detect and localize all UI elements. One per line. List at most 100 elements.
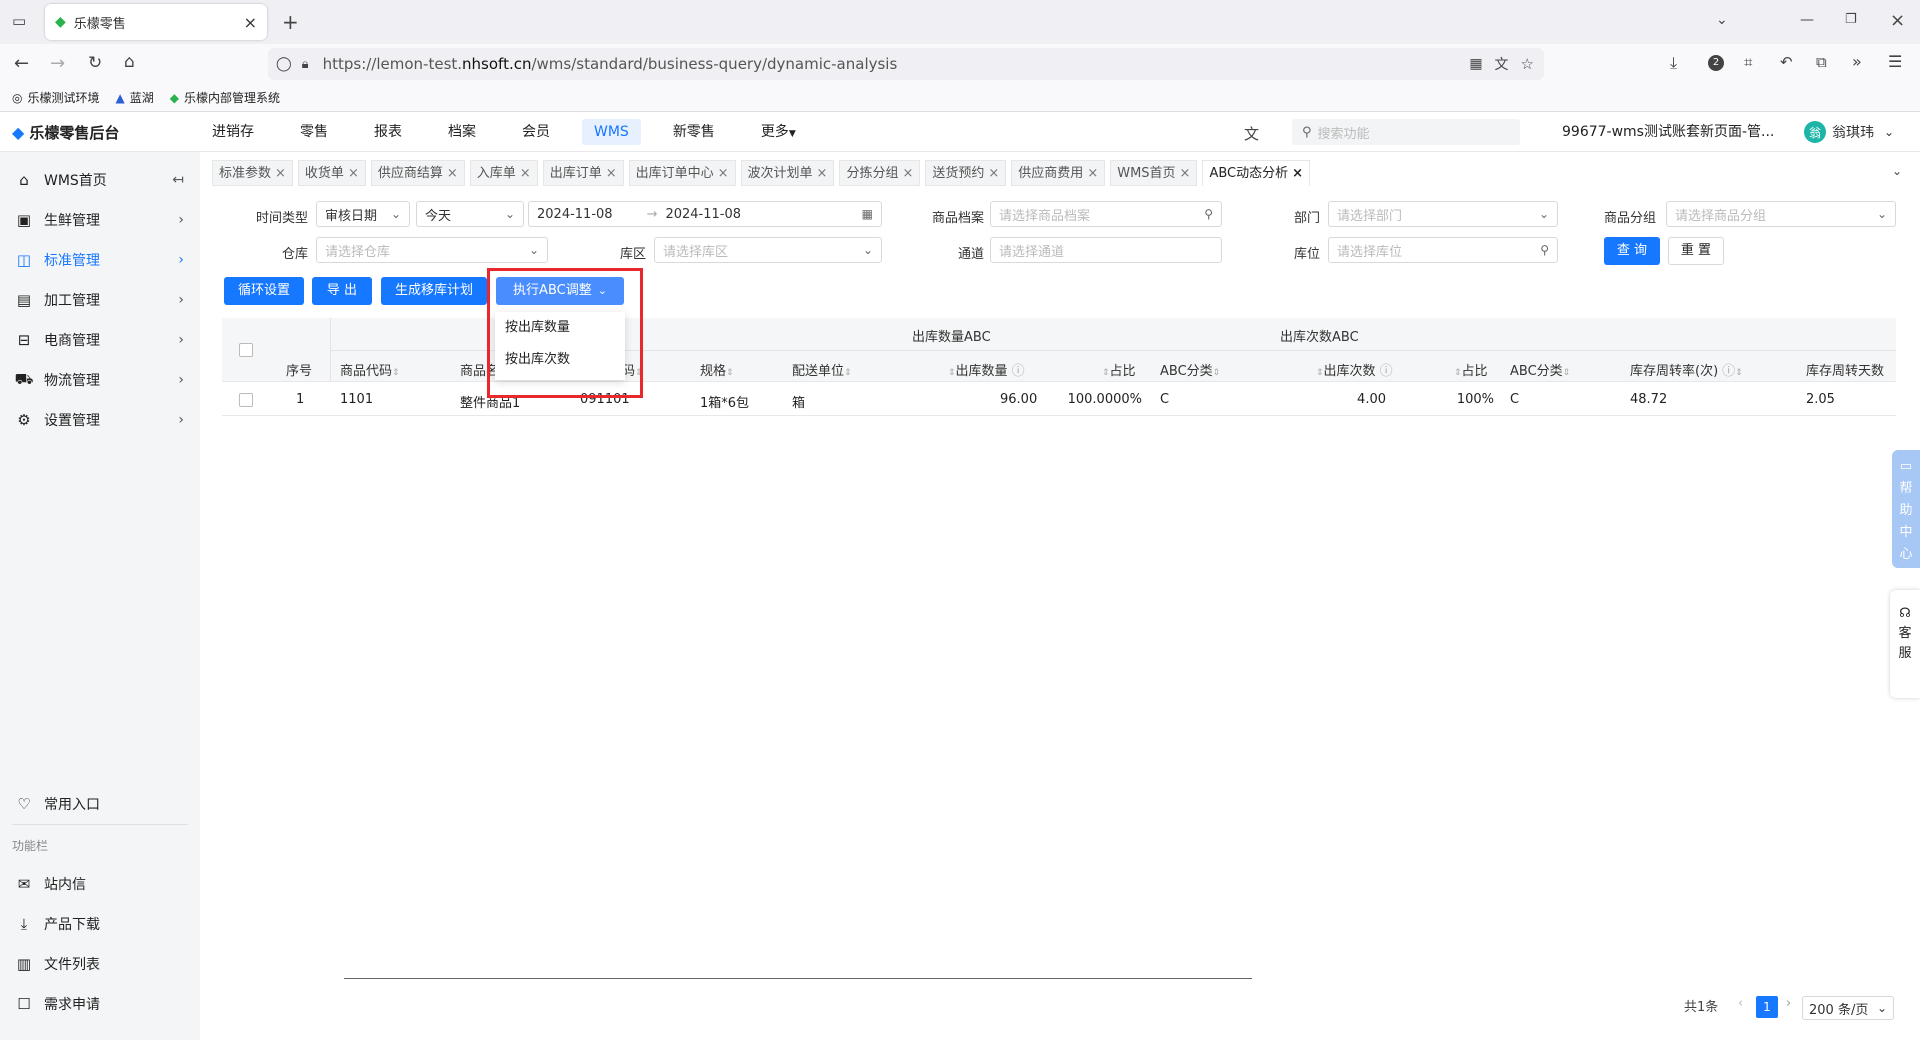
page-tab[interactable]: 出库订单 × — [542, 160, 624, 186]
col-header[interactable]: ⇕占比 — [1102, 360, 1136, 379]
next-page-icon[interactable]: › — [1786, 996, 1791, 1011]
warehouse-select[interactable]: 请选择仓库 ⌄ — [316, 237, 548, 263]
nav-item-wms[interactable]: WMS — [582, 119, 641, 145]
user-menu[interactable]: 翁 翁琪玮 ⌄ — [1804, 112, 1894, 152]
location-select[interactable]: 请选择库位 ⚲ — [1328, 237, 1558, 263]
page-tab[interactable]: 入库单 × — [469, 160, 538, 186]
page-tab[interactable]: 收货单 × — [297, 160, 366, 186]
col-header[interactable]: 配送单位⇕ — [792, 360, 852, 379]
nav-item-more[interactable]: 更多▼ — [749, 119, 808, 145]
nav-item[interactable]: 报表 — [362, 119, 414, 145]
close-icon[interactable]: × — [902, 166, 913, 181]
date-range-picker[interactable]: 2024-11-08 → 2024-11-08 ▦ — [528, 201, 882, 227]
translate-icon[interactable]: 文 — [1495, 54, 1509, 74]
close-icon[interactable]: × — [817, 166, 828, 181]
query-button[interactable]: 查 询 — [1604, 237, 1660, 265]
qr-icon[interactable]: ▦ — [1469, 56, 1482, 72]
close-tab-icon[interactable]: × — [244, 13, 257, 32]
app-logo[interactable]: ◆ 乐檬零售后台 — [12, 112, 119, 152]
export-button[interactable]: 导 出 — [312, 277, 372, 305]
chevron-down-icon[interactable]: ⌄ — [1892, 164, 1902, 178]
customer-service-button[interactable]: ☊ 客 服 — [1890, 590, 1920, 698]
page-tab[interactable]: 供应商费用 × — [1011, 160, 1106, 186]
page-tab[interactable]: WMS首页 × — [1110, 160, 1198, 186]
sidebar-tool-request[interactable]: ☐ 需求申请 — [0, 984, 200, 1024]
time-type-select[interactable]: 审核日期 ⌄ — [316, 201, 410, 227]
close-icon[interactable]: × — [520, 166, 531, 181]
group-select[interactable]: 请选择商品分组 ⌄ — [1666, 201, 1896, 227]
close-icon[interactable]: × — [718, 166, 729, 181]
close-window-icon[interactable]: × — [1890, 10, 1905, 31]
nav-item[interactable]: 零售 — [288, 119, 340, 145]
product-select[interactable]: 请选择商品档案 ⚲ — [990, 201, 1222, 227]
sidebar-item-fresh[interactable]: ▣ 生鲜管理 › — [0, 200, 200, 240]
page-number[interactable]: 1 — [1756, 996, 1778, 1018]
select-all-checkbox[interactable] — [239, 343, 253, 357]
col-header[interactable]: ⇕出库次数 ⓘ — [1316, 360, 1393, 379]
language-icon[interactable]: 文 — [1244, 123, 1259, 144]
nav-item[interactable]: 档案 — [436, 119, 488, 145]
col-header[interactable]: 商品代码⇕ — [340, 360, 400, 379]
sidebar-tool-download[interactable]: ⤓ 产品下载 — [0, 904, 200, 944]
restore-icon[interactable]: ❐ — [1845, 12, 1857, 27]
col-header[interactable]: 库存周转率(次) ⓘ⇕ — [1630, 360, 1743, 379]
page-tab[interactable]: 分拣分组 × — [839, 160, 921, 186]
tab-list-icon[interactable]: ▭ — [12, 12, 26, 30]
extensions-icon[interactable]: ⧉ — [1816, 53, 1827, 71]
feature-search-input[interactable]: ⚲ 搜索功能 — [1292, 119, 1520, 145]
minimize-icon[interactable]: — — [1800, 12, 1814, 28]
sidebar-item-logistics[interactable]: ⛟ 物流管理 › — [0, 360, 200, 400]
star-icon[interactable]: ☆ — [1521, 55, 1534, 73]
nav-item[interactable]: 会员 — [510, 119, 562, 145]
col-header[interactable]: ⇕占比 — [1454, 360, 1488, 379]
col-header[interactable]: ⇕出库数量 ⓘ — [948, 360, 1025, 379]
page-tab[interactable]: 波次计划单 × — [740, 160, 835, 186]
date-range-select[interactable]: 今天 ⌄ — [416, 201, 524, 227]
prev-page-icon[interactable]: ‹ — [1738, 996, 1743, 1011]
sidebar-item-settings[interactable]: ⚙ 设置管理 › — [0, 400, 200, 440]
sidebar-tool-files[interactable]: ▥ 文件列表 — [0, 944, 200, 984]
sidebar-item-wms-home[interactable]: ⌂ WMS首页 ↤ — [0, 160, 200, 200]
sidebar-tool-messages[interactable]: ✉ 站内信 — [0, 864, 200, 904]
col-header[interactable]: ABC分类⇕ — [1160, 360, 1220, 379]
chevron-down-icon[interactable]: ⌄ — [1716, 12, 1728, 28]
page-tab-abc-analysis[interactable]: ABC动态分析 × — [1202, 160, 1311, 186]
dept-select[interactable]: 请选择部门 ⌄ — [1328, 201, 1558, 227]
crop-icon[interactable]: ⌗ — [1744, 53, 1752, 71]
home-icon[interactable]: ⌂ — [124, 52, 135, 72]
address-bar[interactable]: ◯ 🔒︎ https://lemon-test.nhsoft.cn/wms/st… — [268, 48, 1544, 80]
browser-tab[interactable]: ◆ 乐檬零售 × — [45, 4, 267, 40]
move-plan-button[interactable]: 生成移库计划 — [381, 277, 487, 305]
page-tab[interactable]: 供应商结算 × — [370, 160, 465, 186]
page-tab[interactable]: 出库订单中心 × — [628, 160, 736, 186]
cycle-settings-button[interactable]: 循环设置 — [224, 277, 304, 305]
download-icon[interactable]: ⤓ — [1670, 53, 1677, 73]
sidebar-item-standard[interactable]: ◫ 标准管理 › — [0, 240, 200, 280]
col-header[interactable]: 规格⇕ — [700, 360, 734, 379]
nav-item[interactable]: 进销存 — [200, 119, 266, 145]
close-icon[interactable]: × — [1180, 166, 1191, 181]
more-tools-icon[interactable]: » — [1852, 52, 1862, 71]
sidebar-common-entry[interactable]: ♡ 常用入口 — [0, 784, 200, 824]
close-icon[interactable]: × — [1292, 166, 1303, 181]
sidebar-item-processing[interactable]: ▤ 加工管理 › — [0, 280, 200, 320]
horizontal-scrollbar[interactable] — [344, 978, 1252, 979]
collapse-icon[interactable]: ↤ — [172, 172, 184, 188]
close-icon[interactable]: × — [447, 166, 458, 181]
reset-button[interactable]: 重 置 — [1668, 237, 1724, 265]
menu-icon[interactable]: ☰ — [1888, 52, 1902, 71]
extension-badge[interactable]: 2 — [1708, 55, 1724, 71]
close-icon[interactable]: × — [988, 166, 999, 181]
page-size-select[interactable]: 200 条/页 ⌄ — [1802, 996, 1894, 1020]
col-header[interactable]: ABC分类⇕ — [1510, 360, 1570, 379]
zone-select[interactable]: 请选择库区 ⌄ — [654, 237, 882, 263]
sidebar-item-ecommerce[interactable]: ⊟ 电商管理 › — [0, 320, 200, 360]
bookmark-item[interactable]: ◎ 乐檬测试环境 — [12, 89, 100, 106]
aisle-input[interactable]: 请选择通道 — [990, 237, 1222, 263]
page-tab[interactable]: 标准参数 × — [212, 160, 293, 186]
nav-item[interactable]: 新零售 — [661, 119, 727, 145]
close-icon[interactable]: × — [275, 166, 286, 181]
reload-icon[interactable]: ↻ — [88, 53, 102, 73]
close-icon[interactable]: × — [348, 166, 359, 181]
back-icon[interactable]: ← — [14, 53, 29, 74]
